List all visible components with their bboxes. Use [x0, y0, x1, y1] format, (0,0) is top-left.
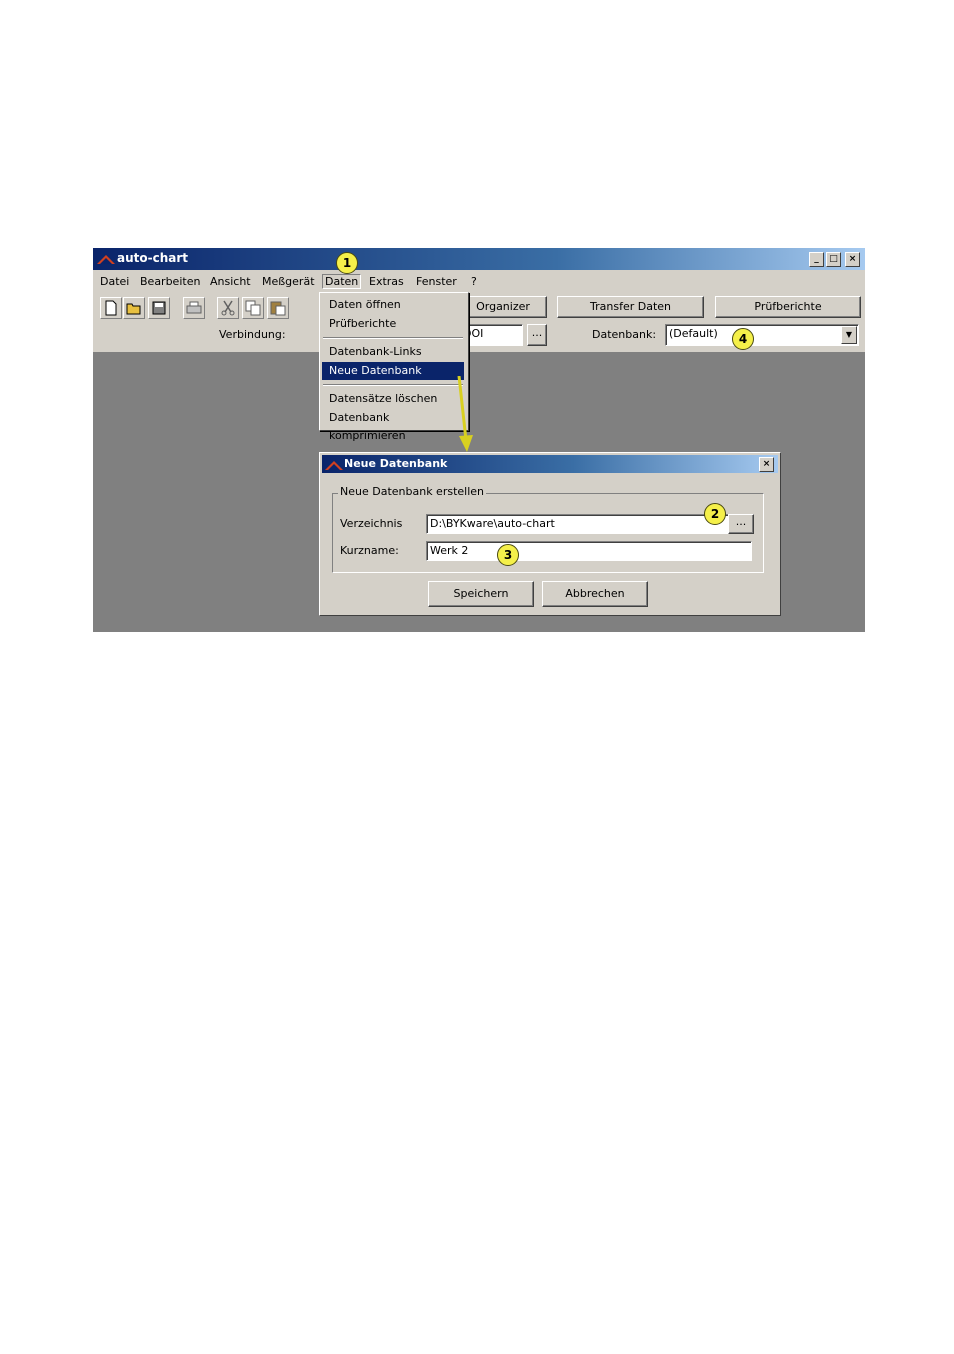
window-titlebar: auto-chart _ □ ×	[93, 248, 865, 270]
close-button[interactable]: ×	[845, 252, 860, 267]
connection-browse-button[interactable]: ...	[527, 324, 547, 346]
menu-bearbeiten[interactable]: Bearbeiten	[140, 275, 200, 288]
daten-menu: Daten öffnen Prüfberichte Datenbank-Link…	[319, 292, 469, 442]
menu-messgeraet[interactable]: Meßgerät	[262, 275, 315, 288]
menubar: Datei Bearbeiten Ansicht Meßgerät Daten …	[93, 270, 865, 292]
database-label: Datenbank:	[592, 328, 657, 341]
window-title: auto-chart	[117, 251, 189, 265]
minimize-button[interactable]: _	[809, 252, 824, 267]
app-logo-icon	[325, 461, 343, 470]
new-icon[interactable]	[100, 297, 122, 319]
organizer-button[interactable]: Organizer	[459, 296, 547, 318]
menu-ansicht[interactable]: Ansicht	[210, 275, 251, 288]
shortname-field[interactable]: Werk 2	[426, 541, 752, 561]
print-icon[interactable]	[183, 297, 205, 319]
maximize-button[interactable]: □	[826, 252, 841, 267]
copy-icon[interactable]	[242, 297, 264, 319]
app-logo-icon	[97, 255, 115, 264]
menu-help[interactable]: ?	[471, 275, 477, 288]
cancel-button[interactable]: Abbrechen	[542, 581, 648, 607]
shortname-label: Kurzname:	[340, 544, 399, 557]
menu-item-pruefberichte[interactable]: Prüfberichte	[322, 315, 464, 333]
save-icon[interactable]	[148, 297, 170, 319]
arrow-icon	[457, 376, 473, 452]
database-select[interactable]: (Default) ▼	[665, 324, 859, 346]
menu-separator	[323, 384, 463, 386]
menu-item-datensaetze-loeschen[interactable]: Datensätze löschen	[322, 390, 464, 408]
callout-4: 4	[732, 328, 754, 350]
menu-item-datenbank-komprimieren[interactable]: Datenbank komprimieren	[322, 409, 464, 442]
callout-1: 1	[336, 252, 358, 274]
open-icon[interactable]	[123, 297, 145, 319]
group-label: Neue Datenbank erstellen	[338, 485, 487, 498]
menu-item-daten-oeffnen[interactable]: Daten öffnen	[322, 296, 464, 314]
new-database-dialog: Neue Datenbank × Neue Datenbank erstelle…	[319, 452, 781, 616]
menu-fenster[interactable]: Fenster	[416, 275, 457, 288]
menu-extras[interactable]: Extras	[369, 275, 404, 288]
callout-2: 2	[704, 503, 726, 525]
paste-icon[interactable]	[267, 297, 289, 319]
callout-3: 3	[497, 544, 519, 566]
directory-label: Verzeichnis	[340, 517, 403, 530]
menu-separator	[323, 337, 463, 339]
dialog-titlebar: Neue Datenbank ×	[322, 455, 778, 473]
directory-field[interactable]: D:\BYKware\auto-chart	[426, 514, 730, 534]
menu-datei[interactable]: Datei	[100, 275, 129, 288]
chevron-down-icon[interactable]: ▼	[841, 326, 857, 344]
transfer-data-button[interactable]: Transfer Daten	[557, 296, 704, 318]
dialog-close-button[interactable]: ×	[759, 457, 774, 472]
connection-label: Verbindung:	[219, 328, 286, 341]
reports-button[interactable]: Prüfberichte	[715, 296, 861, 318]
dialog-title: Neue Datenbank	[344, 457, 448, 470]
menu-item-datenbank-links[interactable]: Datenbank-Links	[322, 343, 464, 361]
menu-item-neue-datenbank[interactable]: Neue Datenbank	[322, 362, 464, 380]
directory-browse-button[interactable]: ...	[728, 514, 754, 534]
menu-daten[interactable]: Daten	[322, 274, 362, 289]
cut-icon[interactable]	[217, 297, 239, 319]
database-select-value: (Default)	[669, 327, 718, 340]
app-screenshot: auto-chart _ □ × Datei Bearbeiten Ansich…	[93, 248, 865, 632]
save-button[interactable]: Speichern	[428, 581, 534, 607]
